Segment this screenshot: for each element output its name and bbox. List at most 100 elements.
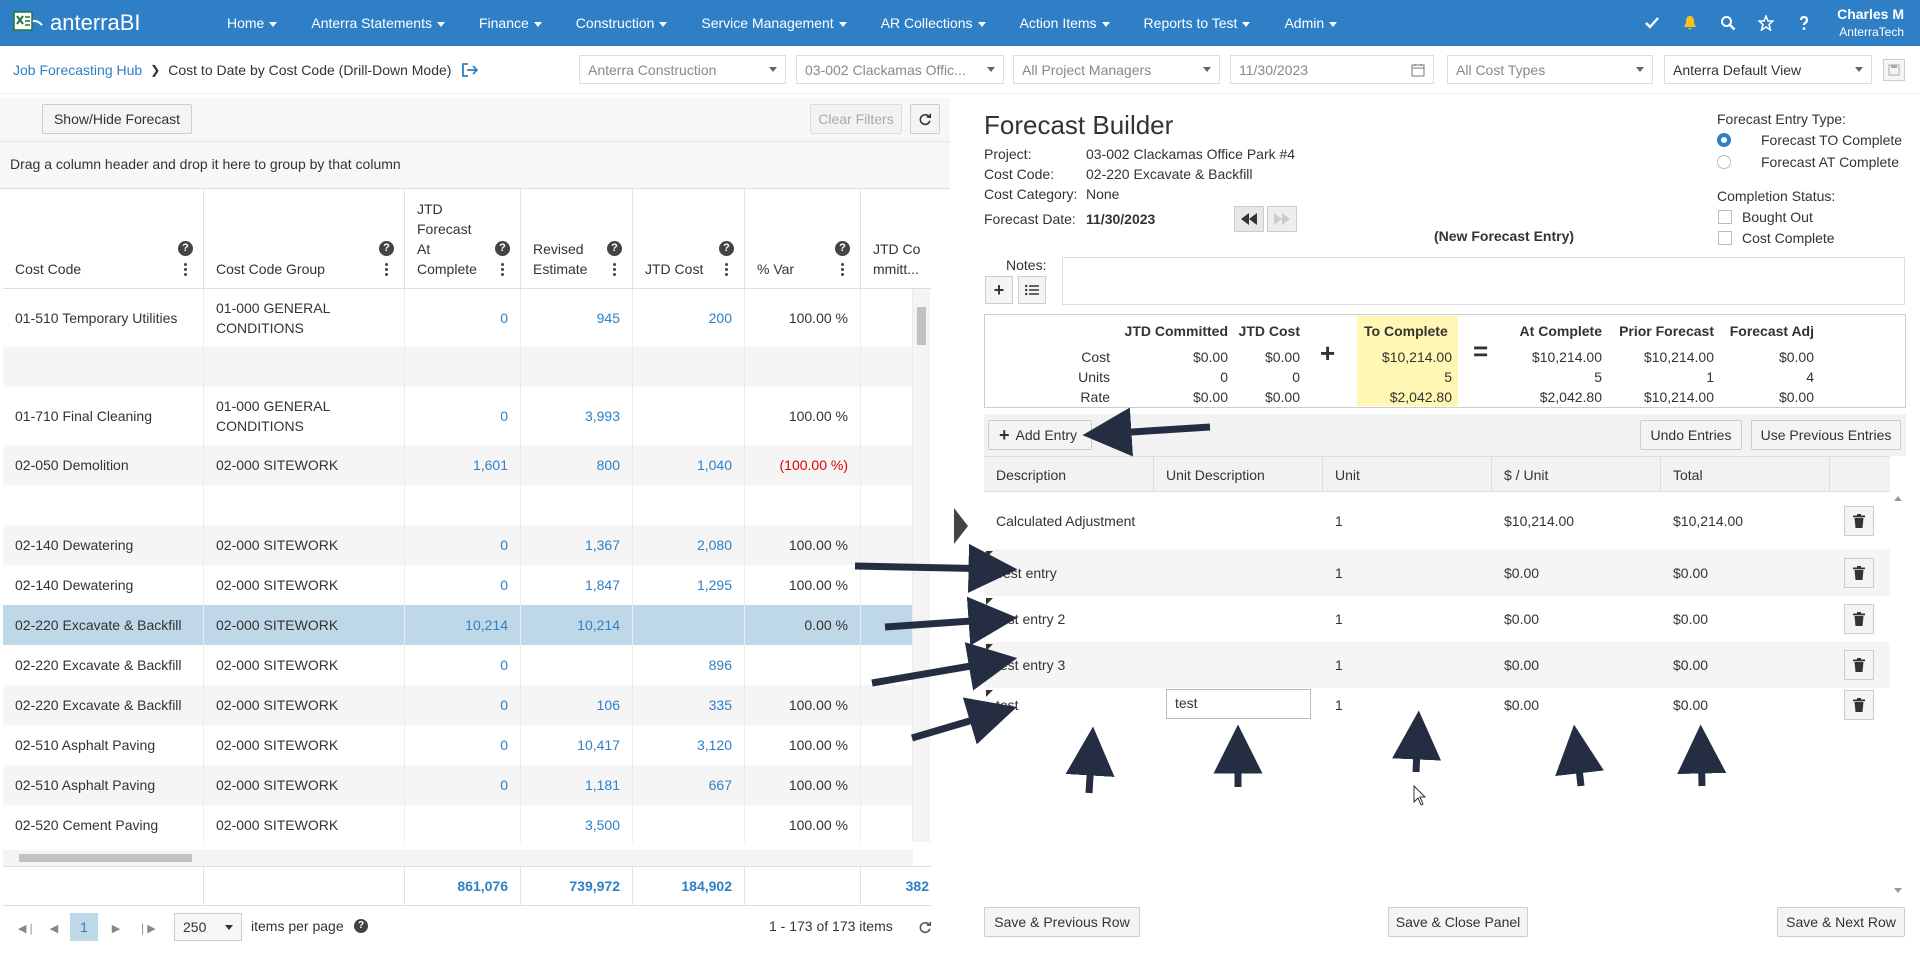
entry-cell-per-unit[interactable]: $0.00	[1492, 596, 1661, 642]
prev-forecast-button[interactable]	[1234, 206, 1264, 232]
col-header-cost-code[interactable]: Cost Code?	[3, 189, 204, 289]
entry-cell-per-unit[interactable]: $0.00	[1492, 688, 1661, 721]
radio-forecast-to-complete[interactable]	[1717, 133, 1731, 147]
column-menu-icon[interactable]	[613, 263, 616, 277]
scrollbar-thumb[interactable]	[917, 307, 926, 345]
entry-row[interactable]: Calculated Adjustment 1 $10,214.00 $10,214.…	[984, 492, 1890, 549]
help-icon[interactable]: ?	[178, 241, 193, 256]
next-forecast-button[interactable]	[1267, 206, 1297, 232]
scroll-down-icon[interactable]	[1894, 888, 1902, 893]
help-icon[interactable]: ?	[495, 241, 510, 256]
group-drop-zone[interactable]: Drag a column header and drop it here to…	[0, 142, 950, 189]
entry-cell-desc[interactable]: Test entry	[984, 549, 1154, 596]
entry-col-unit-description[interactable]: Unit Description	[1154, 457, 1323, 492]
column-menu-icon[interactable]	[501, 263, 504, 277]
table-row[interactable]: 02-220 Excavate & Backfill 02-000 SITEWOR…	[3, 605, 913, 645]
grid-vertical-scrollbar[interactable]	[913, 289, 930, 842]
help-icon[interactable]: ?	[607, 241, 622, 256]
nav-construction[interactable]: Construction	[559, 15, 685, 31]
nav-finance[interactable]: Finance	[462, 15, 559, 31]
delete-entry-button[interactable]	[1844, 604, 1874, 634]
bought-out-checkbox[interactable]	[1718, 210, 1732, 224]
add-entry-button[interactable]: + Add Entry	[988, 420, 1092, 450]
entry-col-unit[interactable]: Unit	[1323, 457, 1492, 492]
search-icon[interactable]	[1720, 15, 1736, 31]
delete-entry-button[interactable]	[1844, 505, 1874, 536]
undo-entries-button[interactable]: Undo Entries	[1640, 420, 1742, 450]
col-header-pct-var[interactable]: % Var?	[745, 189, 861, 289]
save-next-row-button[interactable]: Save & Next Row	[1777, 907, 1905, 937]
project-select[interactable]: 03-002 Clackamas Offic...	[796, 55, 1004, 84]
calendar-icon[interactable]	[1411, 63, 1425, 77]
entry-cell-per-unit[interactable]: $0.00	[1492, 549, 1661, 596]
entry-cell-total[interactable]: $10,214.00	[1661, 492, 1830, 549]
entry-cell-desc[interactable]: test	[984, 688, 1154, 721]
entry-cell-unit-desc[interactable]	[1154, 642, 1323, 688]
entry-cell-total[interactable]: $0.00	[1661, 688, 1830, 721]
entry-col-total[interactable]: Total	[1661, 457, 1830, 492]
notes-list-button[interactable]	[1018, 276, 1046, 304]
nav-home[interactable]: Home	[210, 15, 294, 31]
panel-splitter[interactable]	[950, 96, 975, 953]
entry-cell-per-unit[interactable]: $10,214.00	[1492, 492, 1661, 549]
entry-row[interactable]: test entry 3 1 $0.00 $0.00	[984, 642, 1890, 688]
refresh-grid-button[interactable]	[910, 104, 940, 134]
notes-textarea[interactable]	[1062, 257, 1905, 305]
prev-page-icon[interactable]: ◀	[48, 922, 60, 936]
column-menu-icon[interactable]	[385, 263, 388, 277]
entry-cell-unit-desc[interactable]	[1154, 492, 1323, 549]
entry-cell-unit[interactable]: 1	[1323, 688, 1492, 721]
entry-cell-unit[interactable]: 1	[1323, 596, 1492, 642]
table-row[interactable]: 02-140 Dewatering 02-000 SITEWORK 0 1,847 1,…	[3, 565, 913, 605]
page-size-select[interactable]: 250	[174, 913, 242, 941]
last-page-icon[interactable]: ❘▶	[138, 922, 156, 936]
table-row[interactable]: 02-220 Excavate & Backfill 02-000 SITEWOR…	[3, 645, 913, 685]
nav-reports-to-test[interactable]: Reports to Test	[1127, 15, 1268, 31]
save-view-button[interactable]	[1883, 59, 1905, 81]
help-icon[interactable]: ?	[379, 241, 394, 256]
help-icon[interactable]: ?	[354, 919, 368, 933]
entry-cell-unit[interactable]: 1	[1323, 492, 1492, 549]
cost-types-select[interactable]: All Cost Types	[1447, 55, 1653, 84]
entry-cell-unit-desc[interactable]	[1154, 596, 1323, 642]
logo[interactable]: anterraBI	[14, 10, 210, 36]
refresh-icon[interactable]	[918, 920, 932, 934]
bell-icon[interactable]	[1682, 15, 1698, 31]
delete-entry-button[interactable]	[1844, 650, 1874, 680]
table-row[interactable]: 02-140 Dewatering 02-000 SITEWORK 0 1,367 2,…	[3, 525, 913, 565]
next-page-icon[interactable]: ▶	[110, 922, 122, 936]
unit-description-input[interactable]: test	[1166, 689, 1311, 719]
check-icon[interactable]	[1644, 15, 1660, 31]
table-row[interactable]	[3, 485, 913, 525]
entry-col-description[interactable]: Description	[984, 457, 1154, 492]
nav-service-management[interactable]: Service Management	[684, 15, 863, 31]
table-row[interactable]: 02-220 Excavate & Backfill 02-000 SITEWOR…	[3, 685, 913, 725]
table-row[interactable]	[3, 347, 913, 387]
delete-entry-button[interactable]	[1844, 689, 1874, 720]
nav-action-items[interactable]: Action Items	[1003, 15, 1127, 31]
use-previous-entries-button[interactable]: Use Previous Entries	[1751, 420, 1901, 450]
save-previous-row-button[interactable]: Save & Previous Row	[984, 907, 1140, 937]
entry-cell-total[interactable]: $0.00	[1661, 596, 1830, 642]
grid-horizontal-scrollbar[interactable]	[3, 850, 913, 866]
table-row[interactable]: 01-710 Final Cleaning 01-000 GENERAL COND…	[3, 387, 913, 445]
entry-col-per-unit[interactable]: $ / Unit	[1492, 457, 1661, 492]
company-select[interactable]: Anterra Construction	[579, 55, 786, 84]
column-menu-icon[interactable]	[841, 263, 844, 277]
scroll-up-icon[interactable]	[1894, 496, 1902, 501]
excel-export-icon[interactable]	[12, 10, 34, 32]
nav-anterra-statements[interactable]: Anterra Statements	[294, 15, 462, 31]
help-icon[interactable]: ?	[719, 241, 734, 256]
radio-forecast-at-complete[interactable]	[1717, 155, 1731, 169]
help-icon[interactable]: ?	[835, 241, 850, 256]
exit-drilldown-icon[interactable]	[461, 62, 479, 78]
help-icon[interactable]	[1796, 15, 1812, 31]
entry-cell-desc[interactable]: test entry 2	[984, 596, 1154, 642]
table-row[interactable]: 02-520 Cement Paving 02-000 SITEWORK 3,500…	[3, 805, 913, 842]
cost-complete-checkbox[interactable]	[1718, 231, 1732, 245]
view-select[interactable]: Anterra Default View	[1664, 55, 1872, 84]
column-menu-icon[interactable]	[184, 263, 187, 277]
user-menu[interactable]: Charles M AnterraTech	[1837, 5, 1904, 41]
nav-admin[interactable]: Admin	[1267, 15, 1354, 31]
column-menu-icon[interactable]	[725, 263, 728, 277]
